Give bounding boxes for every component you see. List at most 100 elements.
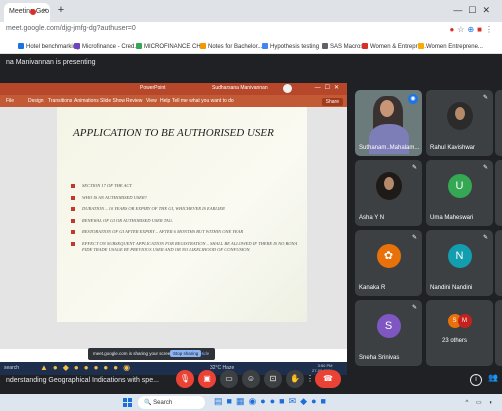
mic-off-icon: ✎ <box>411 165 417 171</box>
participant-tile[interactable]: ◉ Suthanam..Mahalam... <box>355 90 422 156</box>
bookmark-label: SAS Macros <box>330 44 364 50</box>
slide-title: APPLICATION TO BE AUTHORISED USER <box>73 127 274 139</box>
people-icon[interactable]: 👥 <box>488 373 498 382</box>
meeting-info-icon[interactable]: i <box>470 374 482 386</box>
bookmark-label: Notes for Bachelor... <box>208 44 263 50</box>
meet-area: na Manivannan is presenting PowerPoint S… <box>0 54 502 394</box>
others-tile[interactable]: S M 23 others <box>426 300 493 366</box>
participant-avatar: S <box>376 314 401 338</box>
ribbon-tab: Review <box>126 98 143 104</box>
presenting-banner: na Manivannan is presenting <box>6 59 96 66</box>
window-controls: —☐✕ <box>314 85 343 91</box>
participant-photo <box>446 102 473 130</box>
close-tab-icon[interactable]: × <box>42 6 47 15</box>
slide-bullet: WHO IS AN AUTHORISED USER? <box>71 195 301 202</box>
others-count: 23 others <box>442 338 468 344</box>
participant-photo <box>375 172 402 200</box>
mic-off-icon: ✎ <box>482 235 488 241</box>
bookmark-favicon-icon <box>200 43 206 49</box>
slide-bullet: DURATION – 10 YEARS OR EXPIRY OF THE GI,… <box>71 206 301 213</box>
participant-video-face <box>380 100 394 117</box>
bookmark-favicon-icon <box>74 43 80 49</box>
ribbon-tab: Animations <box>74 98 99 104</box>
bookmark-label: Women Entreprene... <box>426 44 483 50</box>
camera-off-button[interactable]: ▣ <box>198 370 216 388</box>
speaking-indicator-icon: ◉ <box>408 94 418 104</box>
participant-tile-partial <box>495 230 502 296</box>
present-button[interactable]: ⊡ <box>264 370 282 388</box>
participant-tile-partial <box>495 160 502 226</box>
ribbon-tab: View <box>146 98 157 104</box>
new-tab-button[interactable]: + <box>54 4 68 18</box>
participant-name: Kanaka R <box>359 285 386 291</box>
bookmark-favicon-icon <box>262 43 268 49</box>
bookmark-label: Hotel benchmarking <box>26 44 80 50</box>
participant-tile[interactable]: ✎ Rahul Kavishwar <box>426 90 493 156</box>
hide-button: Hide <box>200 351 210 356</box>
mic-off-icon: ✎ <box>411 235 417 241</box>
bookmark-item[interactable]: Microfinance - Cred... <box>74 43 139 50</box>
browser-tab-bar: Meeting Geo × + —☐✕ <box>0 0 502 22</box>
participant-avatar: N <box>447 244 472 268</box>
taskbar-app-icons[interactable]: ▤■▦◉●●■✉◆●■ <box>214 396 330 407</box>
url-text[interactable]: meet.google.com/djg-jmfg-dg?authuser=0 <box>6 25 136 32</box>
powerpoint-title: PowerPoint <box>140 85 166 91</box>
more-options-icon[interactable]: ⋮ <box>306 370 314 388</box>
participant-tile[interactable]: ✎ ✿ Kanaka R <box>355 230 422 296</box>
participant-name: Uma Maheswari <box>430 215 474 221</box>
participant-photo-face <box>383 177 394 190</box>
ribbon-tab: File <box>6 98 15 104</box>
ribbon-tab: Help <box>160 98 171 104</box>
participant-avatar: U <box>447 174 472 198</box>
bookmark-item[interactable]: MICROFINANCE CH... <box>136 43 206 50</box>
mic-off-button[interactable]: 🎙 <box>176 370 194 388</box>
raise-hand-button[interactable]: ✋ <box>286 370 304 388</box>
bookmark-favicon-icon <box>18 43 24 49</box>
windows-start-icon[interactable] <box>123 398 132 407</box>
bookmark-item[interactable]: Hotel benchmarking <box>18 43 79 50</box>
bookmark-label: MICROFINANCE CH... <box>144 44 206 50</box>
powerpoint-ribbon: Help View Review Slide Show Animations Transi… <box>0 95 347 107</box>
bookmark-item[interactable]: Women & Entrepre... <box>362 43 426 50</box>
bookmark-favicon-icon <box>418 43 424 49</box>
shared-taskbar-icons: ▲●◆●●●●●◉ <box>40 363 136 372</box>
participant-tile[interactable]: ✎ N Nandini Nandini <box>426 230 493 296</box>
participant-name: Nandini Nandini <box>430 285 473 291</box>
mic-off-icon: ✎ <box>411 305 417 311</box>
extension-icons[interactable]: ●☆⊕■⋮ <box>449 25 496 34</box>
screen-sharing-bar: meet.google.com is sharing your screen. … <box>88 348 215 360</box>
share-button: Share <box>321 98 343 106</box>
bookmark-item[interactable]: Hypothesis testing <box>262 43 319 50</box>
taskbar-search-placeholder: Search <box>153 400 173 406</box>
meeting-title: nderstanding Geographical Indications wi… <box>6 377 159 384</box>
bookmark-label: Microfinance - Cred... <box>82 44 140 50</box>
slide-bullet: RENEWAL OF GI OR AUTHORISED USER TAG. <box>71 218 301 225</box>
leave-call-button[interactable]: ☎ <box>315 370 341 388</box>
emoji-button[interactable]: ☺ <box>242 370 260 388</box>
tell-me-search: Tell me what you want to do <box>172 98 234 104</box>
participant-photo-face <box>454 107 465 120</box>
window-controls[interactable]: —☐✕ <box>453 5 496 16</box>
captions-button[interactable]: ▭ <box>220 370 238 388</box>
participant-name: Asha Y N <box>359 215 385 221</box>
taskbar-search-input[interactable]: 🔍 Search <box>138 396 205 409</box>
bookmark-favicon-icon <box>362 43 368 49</box>
ribbon-tab: Transitions <box>48 98 73 104</box>
participant-tile[interactable]: ✎ U Uma Maheswari <box>426 160 493 226</box>
bookmark-item[interactable]: Notes for Bachelor... <box>200 43 262 50</box>
browser-tab[interactable]: Meeting Geo × <box>4 3 50 22</box>
slide-bullet: SECTION 17 OF THE ACT <box>71 183 301 190</box>
mic-off-icon: ✎ <box>482 165 488 171</box>
slide-area: APPLICATION TO BE AUTHORISED USER SECTIO… <box>0 107 347 349</box>
stop-sharing-button: Stop sharing <box>170 350 202 357</box>
address-bar[interactable]: meet.google.com/djg-jmfg-dg?authuser=0 ●… <box>0 22 502 40</box>
windows-taskbar: 🔍 Search ▤■▦◉●●■✉◆●■ ^ ▭ ◐ <box>0 394 502 411</box>
other-avatar: M <box>457 314 472 328</box>
bookmark-item[interactable]: Women Entreprene... <box>418 43 483 50</box>
system-tray[interactable]: ^ ▭ ◐ <box>466 399 496 406</box>
powerpoint-user: Sudharsana Manivannan <box>212 85 268 91</box>
participant-tile[interactable]: ✎ Asha Y N <box>355 160 422 226</box>
bookmark-label: Hypothesis testing <box>270 44 320 50</box>
participant-tile[interactable]: ✎ S Sneha Srinivas <box>355 300 422 366</box>
bookmark-item[interactable]: SAS Macros <box>322 43 363 50</box>
